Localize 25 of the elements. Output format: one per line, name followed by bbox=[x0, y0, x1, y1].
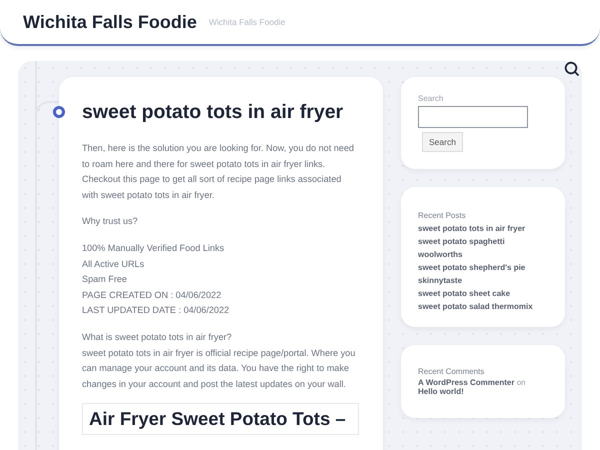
post-text: Then, here is the solution you are looking for. Now, you do not need to roam here and there for sweet potato tots in air fryer links. Checkout this page to get all sort of recipe page links associated with sweet potato tots in air fryer. bbox=[82, 142, 355, 202]
post-text: All Active URLs bbox=[82, 258, 146, 271]
post-title: sweet potato tots in air fryer bbox=[82, 100, 344, 125]
search-field[interactable] bbox=[418, 106, 528, 128]
post-link[interactable]: sweet potato sheet cake bbox=[418, 287, 548, 300]
author-link[interactable]: A WordPress Commenter bbox=[418, 378, 514, 387]
widget-title: Recent Comments bbox=[418, 367, 486, 376]
search-button[interactable]: Search bbox=[422, 132, 463, 152]
widget-title: Recent Posts bbox=[418, 211, 467, 220]
post-link[interactable]: Hello world! bbox=[418, 387, 464, 396]
post-link[interactable]: sweet potato salad thermomix bbox=[418, 300, 548, 313]
post-text: What is sweet potato tots in air fryer? bbox=[82, 330, 233, 344]
post-link[interactable]: sweet potato tots in air fryer bbox=[418, 222, 548, 235]
post-text: PAGE CREATED ON : 04/06/2022 bbox=[82, 288, 222, 302]
post-text: sweet potato tots in air fryer is official recipe page/portal. Where you can manage your account and its data. You have the right to make changes in your account and post the latest updates on your wall. bbox=[82, 346, 356, 391]
post-text: Spam Free bbox=[82, 273, 128, 286]
post-text: LAST UPDATED DATE : 04/06/2022 bbox=[82, 304, 230, 318]
site-tagline: Wichita Falls Foodie bbox=[208, 17, 286, 27]
post-text: 100% Manually Verified Food Links bbox=[82, 242, 226, 255]
comment-text: A WordPress Commenter on Hello world! bbox=[418, 378, 527, 396]
section-heading: Air Fryer Sweet Potato Tots – bbox=[89, 407, 347, 432]
site-title[interactable]: Wichita Falls Foodie bbox=[23, 12, 197, 32]
post-text: Why trust us? bbox=[82, 215, 139, 228]
search-icon[interactable] bbox=[564, 62, 580, 76]
search-label: Search bbox=[418, 94, 444, 103]
